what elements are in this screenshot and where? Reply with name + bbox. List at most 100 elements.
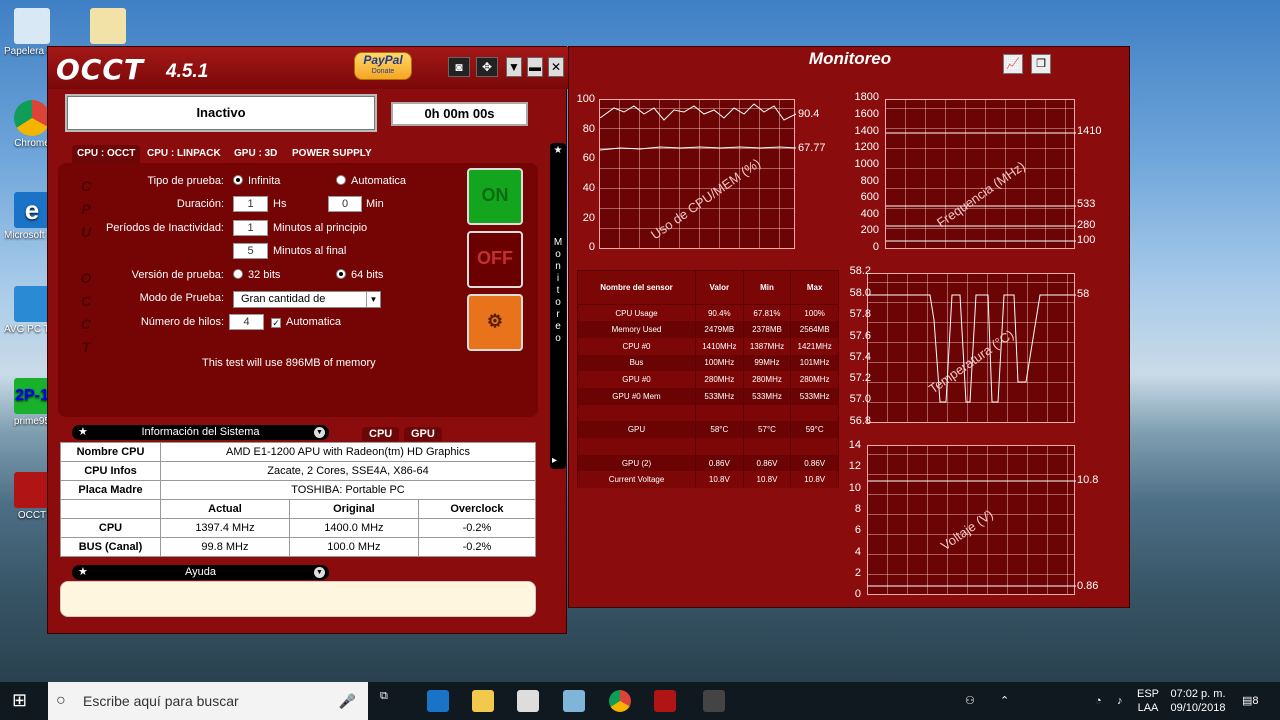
version-64-radio[interactable]: 64 bits [336, 269, 383, 281]
status-display: Inactivo [65, 94, 377, 132]
language-indicator[interactable]: ESP LAA [1136, 687, 1160, 715]
duration-minutes-input[interactable]: 0 [328, 196, 362, 212]
idle-periods-label: Períodos de Inactividad: [105, 222, 224, 234]
table-row [577, 404, 839, 422]
table-row: GPU #0 Mem 533MHz 533MHz 533MHz [577, 387, 839, 405]
dropdown-button[interactable]: ▼ [506, 57, 522, 77]
right-label: 100 [1077, 234, 1096, 246]
table-cell [695, 404, 744, 422]
table-cell: 533MHz [790, 387, 839, 405]
test-type-auto-radio[interactable]: Automatica [336, 175, 406, 187]
tab-sysinfo-cpu[interactable]: CPU [362, 427, 400, 441]
search-input[interactable]: ○ Escribe aquí para buscar 🎤 [48, 682, 368, 720]
notifications-button[interactable]: ▤8 [1242, 694, 1259, 708]
y-tick: 40 [582, 182, 595, 194]
table-header: Valor [695, 270, 744, 305]
threads-auto-checkbox[interactable]: ✓ Automatica [271, 316, 341, 328]
table-cell-value: AMD E1-1200 APU with Radeon(tm) HD Graph… [160, 442, 536, 462]
network-icon[interactable]: ◔ [1095, 694, 1102, 708]
right-label: 1410 [1077, 125, 1102, 137]
threads-input[interactable]: 4 [229, 314, 264, 330]
edge-taskbar-button[interactable] [427, 690, 449, 712]
chrome-taskbar-button[interactable] [609, 690, 631, 712]
tab-cpu-occt[interactable]: CPU : OCCT [72, 145, 141, 163]
app-taskbar-button[interactable] [563, 690, 585, 712]
occt-titlebar[interactable]: OCCT 4.5.1 PayPal Donate ◙ ✥ ▼ ▬ ✕ [48, 47, 568, 89]
y-tick: 1800 [854, 91, 879, 103]
version-32-radio[interactable]: 32 bits [233, 269, 280, 281]
occt-icon [14, 472, 50, 508]
y-tick: 57.8 [849, 308, 871, 320]
table-cell: 280MHz [742, 371, 792, 388]
temperature-chart: Temperatura (°C) [867, 273, 1076, 423]
table-cell [577, 404, 696, 422]
voltage-chart: Voltaje (V) [867, 445, 1076, 595]
idle-start-input[interactable]: 1 [233, 220, 268, 236]
table-cell-label: BUS (Canal) [60, 537, 161, 557]
start-button[interactable]: ⊞ [12, 690, 34, 712]
cpu-mem-lines [600, 103, 796, 151]
paypal-donate-button[interactable]: PayPal Donate [354, 52, 412, 80]
people-icon[interactable]: ⚇ [965, 694, 975, 708]
right-label: 10.8 [1077, 474, 1099, 486]
test-mode-select[interactable]: Gran cantidad de ▼ [233, 291, 381, 308]
monitor-side-tab[interactable]: ★ Monitoreo ▸ [550, 143, 566, 469]
chart-view-button[interactable]: 📈 [1003, 54, 1023, 74]
table-cell: 2564MB [790, 321, 839, 338]
search-icon: ○ [56, 692, 66, 709]
table-cell: 10.8V [695, 471, 744, 489]
desktop-icon-folder[interactable] [80, 8, 136, 46]
chrome-icon [14, 100, 50, 136]
volume-icon[interactable]: ♪ [1117, 694, 1123, 708]
occt-taskbar-button[interactable] [654, 690, 676, 712]
table-cell: 58°C [695, 421, 744, 438]
copy-button[interactable]: ❐ [1031, 54, 1051, 74]
table-cell: 2378MB [742, 321, 792, 338]
idle-start-label: Minutos al principio [273, 222, 368, 234]
table-row: GPU (2) 0.86V 0.86V 0.86V [577, 454, 839, 472]
tab-power-supply[interactable]: POWER SUPPLY [287, 145, 377, 163]
explorer-taskbar-button[interactable] [472, 690, 494, 712]
task-view-icon: ⧉ [380, 690, 388, 702]
clock[interactable]: 07:02 p. m. 09/10/2018 [1166, 687, 1230, 715]
close-button[interactable]: ✕ [548, 57, 564, 77]
tab-sysinfo-gpu[interactable]: GPU [404, 427, 442, 441]
sysinfo-header-bar[interactable]: ★ Información del Sistema ▼ [72, 425, 329, 440]
idle-end-input[interactable]: 5 [233, 243, 268, 259]
table-cell: GPU (2) [577, 454, 696, 472]
settings-button[interactable]: ⚙ [467, 294, 523, 351]
off-button[interactable]: OFF [467, 231, 523, 288]
on-button[interactable]: ON [467, 168, 523, 225]
table-cell: GPU #0 Mem [577, 387, 696, 405]
sysinfo-header: Información del Sistema [141, 426, 260, 438]
table-row [577, 438, 839, 455]
test-type-infinite-radio[interactable]: Infinita [233, 175, 280, 187]
tray-overflow-icon[interactable]: ⌃ [1000, 694, 1009, 708]
table-cell-value: TOSHIBA: Portable PC [160, 480, 536, 500]
duration-hours-input[interactable]: 1 [233, 196, 268, 212]
table-header: Nombre del sensor [577, 270, 696, 305]
monitor-tab-label: Monitoreo [553, 237, 563, 344]
tab-cpu-linpack[interactable]: CPU : LINPACK [142, 145, 226, 163]
task-view-button[interactable]: ⧉ [380, 690, 402, 712]
radio-label: 64 bits [351, 269, 384, 281]
table-cell-value: 1400.0 MHz [288, 518, 419, 538]
occt-window: OCCT 4.5.1 PayPal Donate ◙ ✥ ▼ ▬ ✕ Inact… [47, 46, 568, 634]
gear-icon: ⚙ [486, 311, 504, 331]
y-tick: 1200 [854, 141, 879, 153]
y-tick: 58.0 [849, 287, 871, 299]
table-header-row: Nombre del sensor Valor Min Max [577, 270, 839, 305]
prime95-taskbar-button[interactable] [703, 690, 725, 712]
tab-gpu-3d[interactable]: GPU : 3D [229, 145, 282, 163]
minimize-button[interactable]: ▬ [527, 57, 543, 77]
checkbox-label: Automatica [286, 316, 342, 328]
move-button[interactable]: ✥ [476, 57, 498, 77]
cpu-mem-chart: Uso de CPU/MEM (%) [599, 99, 796, 249]
table-cell-value: -0.2% [417, 518, 537, 538]
store-taskbar-button[interactable] [517, 690, 539, 712]
screenshot-button[interactable]: ◙ [448, 57, 470, 77]
help-header-bar[interactable]: ★ Ayuda ▼ [72, 565, 329, 580]
y-tick: 57.6 [849, 330, 871, 342]
test-mode-value: Gran cantidad de [241, 293, 326, 305]
table-row: CPU Usage 90.4% 67.81% 100% [577, 304, 839, 322]
